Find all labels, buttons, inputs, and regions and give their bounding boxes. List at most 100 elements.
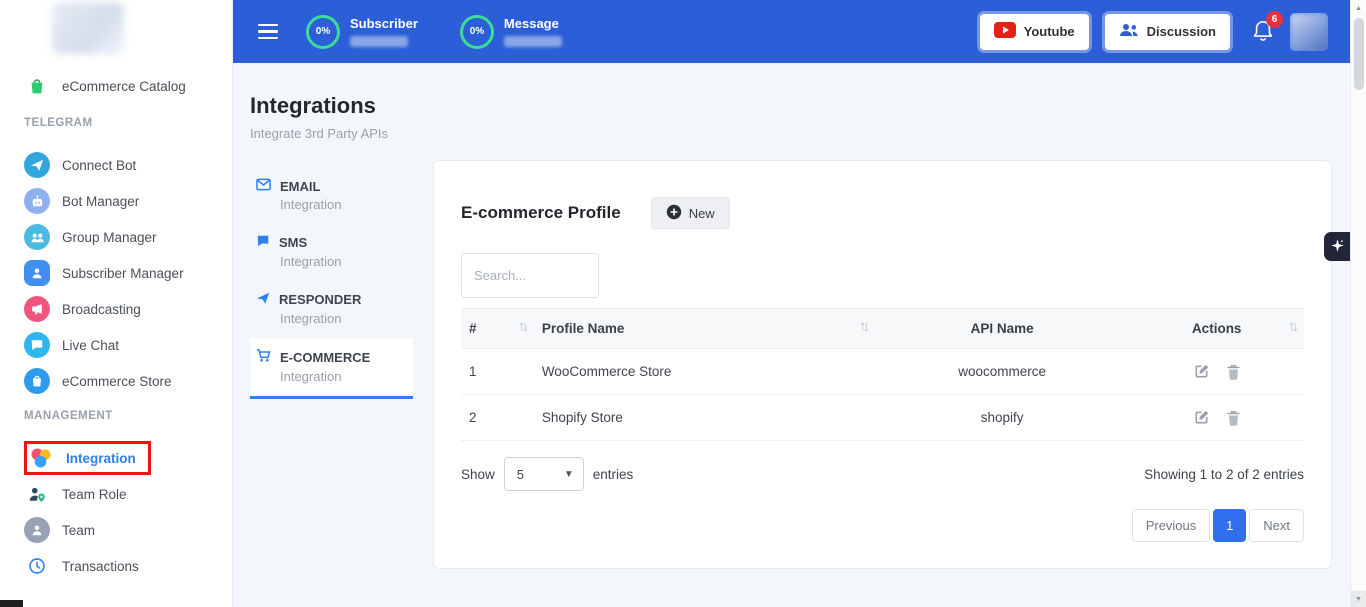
row-profile-name: Shopify Store (534, 395, 875, 441)
sidebar-item-transactions[interactable]: Transactions (0, 548, 232, 584)
sparkle-icon (1330, 238, 1345, 256)
row-actions (1129, 395, 1304, 441)
avatar-image-blurred (1290, 13, 1328, 51)
edit-button[interactable] (1193, 363, 1210, 380)
message-percent: 0% (470, 26, 484, 37)
sidebar-item-label: eCommerce Store (62, 374, 172, 389)
person-pin-icon (24, 481, 50, 507)
sidebar-item-team[interactable]: Team (0, 512, 232, 548)
sidebar-item-label: Subscriber Manager (62, 266, 184, 281)
hamburger-menu-button[interactable] (258, 24, 278, 40)
tab-name: SMS (279, 235, 307, 250)
row-api-name: woocommerce (875, 349, 1129, 395)
sidebar-item-broadcasting[interactable]: Broadcasting (0, 291, 232, 327)
current-page-button[interactable]: 1 (1213, 509, 1246, 542)
sidebar-item-integration[interactable]: Integration (0, 440, 232, 476)
message-label: Message (504, 16, 562, 31)
subscriber-stat: 0% Subscriber (306, 15, 418, 49)
subscriber-percent: 0% (316, 26, 330, 37)
sidebar-item-label: Broadcasting (62, 302, 141, 317)
row-api-name: shopify (875, 395, 1129, 441)
cart-icon (256, 348, 271, 366)
scroll-down-arrow[interactable]: ▼ (1351, 591, 1366, 607)
scroll-up-arrow[interactable]: ▲ (1351, 0, 1366, 16)
column-header-num[interactable]: # (461, 309, 534, 349)
search-input[interactable] (461, 253, 599, 298)
scrollbar-thumb[interactable] (1354, 18, 1364, 90)
row-num: 1 (461, 349, 534, 395)
store-bag-icon (24, 368, 50, 394)
page-title: Integrations (250, 93, 1350, 119)
app-logo-blurred (52, 2, 124, 54)
clock-history-icon (24, 553, 50, 579)
tab-name: E-COMMERCE (280, 350, 370, 365)
delete-button[interactable] (1226, 364, 1241, 380)
subscriber-value-blurred (350, 36, 408, 47)
discussion-people-icon (1119, 22, 1139, 41)
sidebar-item-bot-manager[interactable]: Bot Manager (0, 183, 232, 219)
entries-label: entries (593, 467, 634, 482)
sort-icon (860, 321, 869, 336)
page-size-value: 5 (505, 467, 564, 482)
tab-subtitle: Integration (280, 311, 409, 326)
user-avatar[interactable] (1290, 13, 1328, 51)
sidebar-item-label: Connect Bot (62, 158, 136, 173)
discussion-button[interactable]: Discussion (1105, 14, 1230, 50)
team-person-icon (24, 517, 50, 543)
entries-summary: Showing 1 to 2 of 2 entries (1144, 467, 1304, 482)
youtube-button[interactable]: Youtube (980, 14, 1089, 50)
previous-page-button[interactable]: Previous (1132, 509, 1211, 542)
tab-ecommerce-integration[interactable]: E-COMMERCE Integration (250, 338, 413, 399)
sidebar-item-label: Team (62, 523, 95, 538)
column-header-label: Actions (1192, 321, 1242, 336)
column-header-actions[interactable]: Actions (1129, 309, 1304, 349)
column-header-profile-name[interactable]: Profile Name (534, 309, 875, 349)
sidebar-item-connect-bot[interactable]: Connect Bot (0, 147, 232, 183)
assistant-widget-button[interactable] (1324, 232, 1350, 261)
sidebar-item-ecommerce-catalog[interactable]: eCommerce Catalog (0, 68, 232, 104)
delete-button[interactable] (1226, 410, 1241, 426)
row-profile-name: WooCommerce Store (534, 349, 875, 395)
tab-responder-integration[interactable]: RESPONDER Integration (250, 281, 413, 338)
tab-sms-integration[interactable]: SMS Integration (250, 224, 413, 281)
sidebar-item-label: Team Role (62, 487, 127, 502)
subscriber-person-icon (24, 260, 50, 286)
tab-subtitle: Integration (280, 197, 409, 212)
sidebar-item-ecommerce-store[interactable]: eCommerce Store (0, 363, 232, 399)
notification-badge: 6 (1266, 11, 1283, 28)
next-page-button[interactable]: Next (1249, 509, 1304, 542)
tab-email-integration[interactable]: EMAIL Integration (250, 168, 413, 224)
pagination: Previous 1 Next (461, 509, 1304, 542)
show-label: Show (461, 467, 495, 482)
plus-circle-icon (666, 204, 682, 223)
page-size-select[interactable]: 5 ▼ (504, 457, 584, 491)
sidebar-item-subscriber-manager[interactable]: Subscriber Manager (0, 255, 232, 291)
page-subtitle: Integrate 3rd Party APIs (250, 126, 1350, 141)
corner-block (0, 600, 23, 607)
table-row: 1 WooCommerce Store woocommerce (461, 349, 1304, 395)
chevron-down-icon: ▼ (564, 469, 574, 480)
sidebar-item-label: Transactions (62, 559, 139, 574)
notifications-button[interactable]: 6 (1252, 15, 1274, 48)
sidebar-item-group-manager[interactable]: Group Manager (0, 219, 232, 255)
tab-subtitle: Integration (280, 254, 409, 269)
youtube-button-label: Youtube (1024, 24, 1075, 39)
edit-button[interactable] (1193, 409, 1210, 426)
sidebar-item-team-role[interactable]: Team Role (0, 476, 232, 512)
subscriber-progress-ring: 0% (306, 15, 340, 49)
scrollbar[interactable]: ▲ ▼ (1350, 0, 1366, 607)
sidebar-item-live-chat[interactable]: Live Chat (0, 327, 232, 363)
robot-icon (24, 188, 50, 214)
card-title: E-commerce Profile (461, 203, 621, 223)
bell-icon (1252, 30, 1274, 47)
sidebar: eCommerce Catalog TELEGRAM Connect Bot B… (0, 0, 233, 607)
sort-icon (1289, 321, 1298, 336)
new-profile-button[interactable]: New (651, 197, 730, 229)
tab-name: RESPONDER (279, 292, 361, 307)
sidebar-item-label: Integration (66, 451, 136, 466)
column-header-api-name[interactable]: API Name (875, 309, 1129, 349)
tab-name: EMAIL (280, 179, 320, 194)
new-button-label: New (689, 206, 715, 221)
table-row: 2 Shopify Store shopify (461, 395, 1304, 441)
sidebar-item-label: Group Manager (62, 230, 157, 245)
